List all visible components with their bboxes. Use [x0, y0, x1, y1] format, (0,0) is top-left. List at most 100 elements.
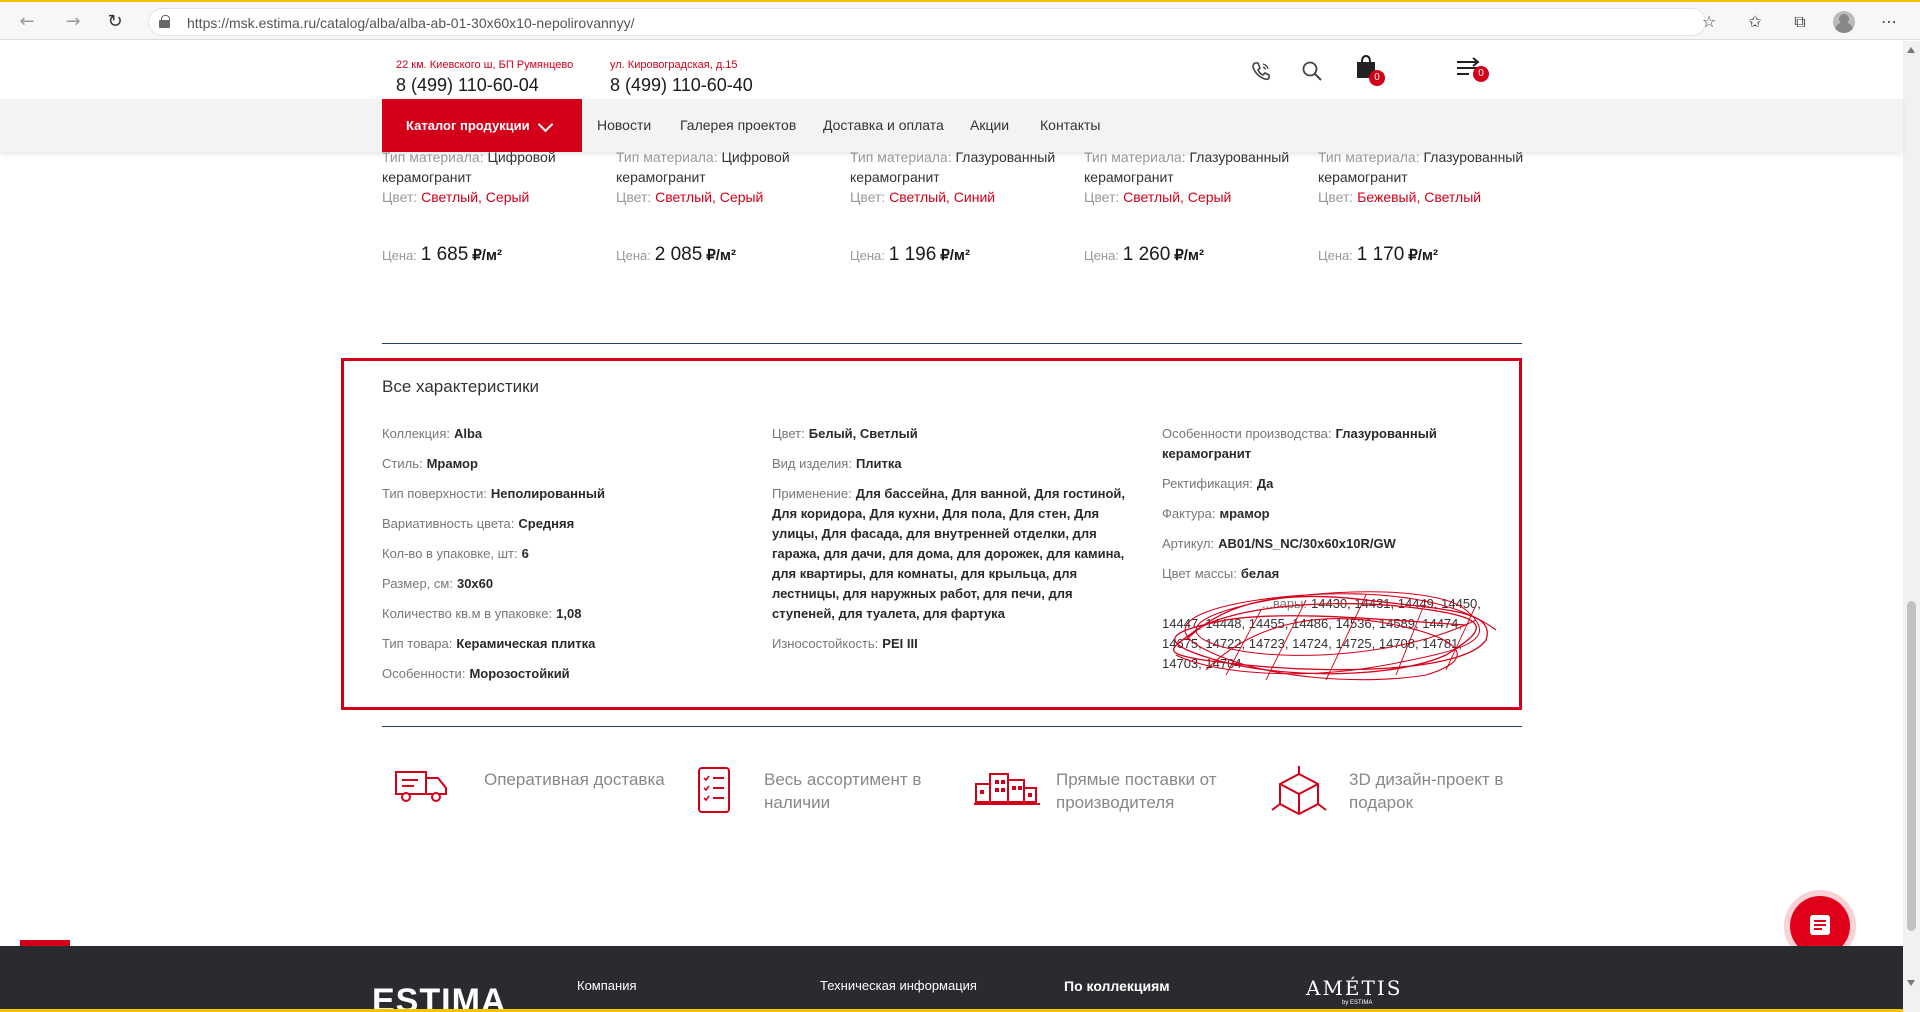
spec-value[interactable]: мрамор: [1219, 506, 1269, 521]
lock-icon: [159, 15, 170, 28]
footer-link-company[interactable]: Компания: [577, 978, 637, 993]
color-value: Светлый, Серый: [1123, 189, 1232, 205]
footer-link-collections[interactable]: По коллекциям: [1064, 978, 1170, 994]
spec-label: Вариативность цвета:: [382, 516, 515, 531]
browser-toolbar: ← → ↻ https://msk.estima.ru/catalog/alba…: [0, 0, 1920, 40]
collections-icon[interactable]: ⧉: [1789, 11, 1811, 33]
store1-address: 22 км. Киевского ш, БП Румянцево: [396, 59, 574, 71]
spec-row: Особенности: Морозостойкий: [382, 664, 742, 684]
product-card[interactable]: Тип материала: Глазурованный керамограни…: [1318, 147, 1538, 265]
scroll-thumb[interactable]: [1907, 601, 1916, 931]
spec-row: Вариативность цвета: Средняя: [382, 514, 742, 534]
page-scrollbar[interactable]: [1903, 41, 1920, 1012]
spec-value[interactable]: Керамическая плитка: [456, 636, 595, 651]
color-label: Цвет:: [382, 189, 418, 205]
nav-link-promo[interactable]: Акции: [970, 99, 1009, 152]
spec-value[interactable]: Плитка: [856, 456, 902, 471]
store2-phone[interactable]: 8 (499) 110-60-40: [610, 75, 753, 96]
price-value: 2 085: [654, 244, 703, 265]
section-divider: [382, 343, 1522, 344]
spec-value: 1,08: [556, 606, 582, 621]
product-price: Цена: 2 085 ₽/м²: [616, 245, 736, 266]
spec-value: 6: [521, 546, 529, 561]
product-price: Цена: 1 260 ₽/м²: [1084, 245, 1204, 266]
scribble-redaction: [1173, 591, 1497, 681]
spec-value[interactable]: Неполированный: [491, 486, 605, 501]
product-price: Цена: 1 685 ₽/м²: [382, 245, 502, 266]
partner-logo[interactable]: AMÉTIS: [1306, 976, 1402, 1000]
spec-value[interactable]: Морозостойкий: [469, 666, 569, 681]
spec-label: Применение:: [772, 486, 852, 501]
price-value: 1 170: [1356, 244, 1405, 265]
spec-label: Особенности:: [382, 666, 466, 681]
spec-value: AB01/NS_NC/30x60x10R/GW: [1218, 536, 1396, 551]
spec-row: Коллекция: Alba: [382, 424, 742, 444]
scroll-down-arrow-icon[interactable]: [1907, 980, 1915, 986]
spec-column-2: Цвет: Белый, Светлый Вид изделия: Плитка П…: [772, 424, 1128, 664]
spec-row: Артикул: AB01/NS_NC/30x60x10R/GW: [1162, 534, 1512, 554]
spec-value[interactable]: Белый, Светлый: [809, 426, 918, 441]
nav-link-gallery[interactable]: Галерея проектов: [680, 99, 796, 152]
spec-label: Кол-во в упаковке, шт:: [382, 546, 518, 561]
reload-icon[interactable]: ↻: [104, 11, 126, 33]
spec-row: Количество кв.м в упаковке: 1,08: [382, 604, 742, 624]
spec-row: Тип поверхности: Неполированный: [382, 484, 742, 504]
feature-text: 3D дизайн-проект в подарок: [1349, 770, 1504, 812]
spec-row: Особенности производства: Глазурованный к…: [1162, 424, 1512, 464]
color-label: Цвет:: [1084, 189, 1120, 205]
spec-row: Износостойкость: PEI III: [772, 634, 1128, 654]
spec-row: Фактура: мрамор: [1162, 504, 1512, 524]
phone-callback-icon[interactable]: [1250, 60, 1272, 82]
price-unit: ₽/м²: [472, 247, 503, 264]
more-menu-icon[interactable]: ⋯: [1878, 11, 1900, 33]
search-icon[interactable]: [1301, 60, 1323, 82]
product-card[interactable]: Тип материала: Цифровой керамогранит Цве…: [616, 147, 836, 265]
main-nav: Каталог продукции Новости Галерея проект…: [0, 99, 1903, 152]
spec-row: Стиль: Мрамор: [382, 454, 742, 474]
back-icon[interactable]: ←: [16, 11, 38, 33]
spec-label: Тип поверхности:: [382, 486, 487, 501]
spec-value[interactable]: 30x60: [457, 576, 493, 591]
url-text: https://msk.estima.ru/catalog/alba/alba-…: [187, 15, 635, 31]
spec-label: Коллекция:: [382, 426, 450, 441]
spec-label: Цвет:: [772, 426, 805, 441]
profile-avatar[interactable]: [1833, 11, 1855, 33]
truck-icon: [395, 771, 447, 802]
spec-value[interactable]: Средняя: [518, 516, 574, 531]
checklist-icon: [698, 767, 730, 813]
forward-icon[interactable]: →: [62, 11, 84, 33]
product-card[interactable]: Тип материала: Глазурованный керамограни…: [850, 147, 1070, 265]
spec-value[interactable]: Alba: [454, 426, 482, 441]
spec-value[interactable]: PEI III: [882, 636, 917, 651]
spec-row: Цвет: Белый, Светлый: [772, 424, 1128, 444]
footer-link-technical[interactable]: Техническая информация: [820, 978, 977, 993]
spec-label: Вид изделия:: [772, 456, 852, 471]
spec-row: Ректификация: Да: [1162, 474, 1512, 494]
product-card[interactable]: Тип материала: Глазурованный керамограни…: [1084, 147, 1304, 265]
footer-logo[interactable]: ESTIMA: [372, 982, 506, 1012]
nav-link-news[interactable]: Новости: [597, 99, 651, 152]
spec-value[interactable]: Для бассейна, Для ванной, Для гостиной, …: [772, 486, 1125, 621]
product-price: Цена: 1 196 ₽/м²: [850, 245, 970, 266]
favorite-star-icon[interactable]: ☆: [1698, 11, 1720, 33]
price-unit: ₽/м²: [1174, 247, 1205, 264]
scroll-up-arrow-icon[interactable]: [1907, 47, 1915, 53]
catalog-button[interactable]: Каталог продукции: [382, 99, 582, 152]
price-unit: ₽/м²: [940, 247, 971, 264]
store1-phone[interactable]: 8 (499) 110-60-04: [396, 75, 539, 96]
price-label: Цена:: [850, 248, 885, 263]
nav-link-contacts[interactable]: Контакты: [1040, 99, 1100, 152]
spec-value: белая: [1240, 566, 1280, 581]
price-label: Цена:: [382, 248, 417, 263]
spec-label: Фактура:: [1162, 506, 1216, 521]
spec-label: Размер, см:: [382, 576, 453, 591]
favorites-list-icon[interactable]: ✩: [1744, 11, 1766, 33]
product-card[interactable]: Тип материала: Цифровой керамогранит Цве…: [382, 147, 602, 265]
address-bar[interactable]: https://msk.estima.ru/catalog/alba/alba-…: [148, 8, 1706, 36]
compare-count-badge: 0: [1473, 66, 1489, 82]
nav-link-delivery[interactable]: Доставка и оплата: [823, 99, 944, 152]
spec-label: Количество кв.м в упаковке:: [382, 606, 553, 621]
price-value: 1 685: [420, 244, 469, 265]
price-value: 1 260: [1122, 244, 1171, 265]
spec-value[interactable]: Мрамор: [427, 456, 478, 471]
